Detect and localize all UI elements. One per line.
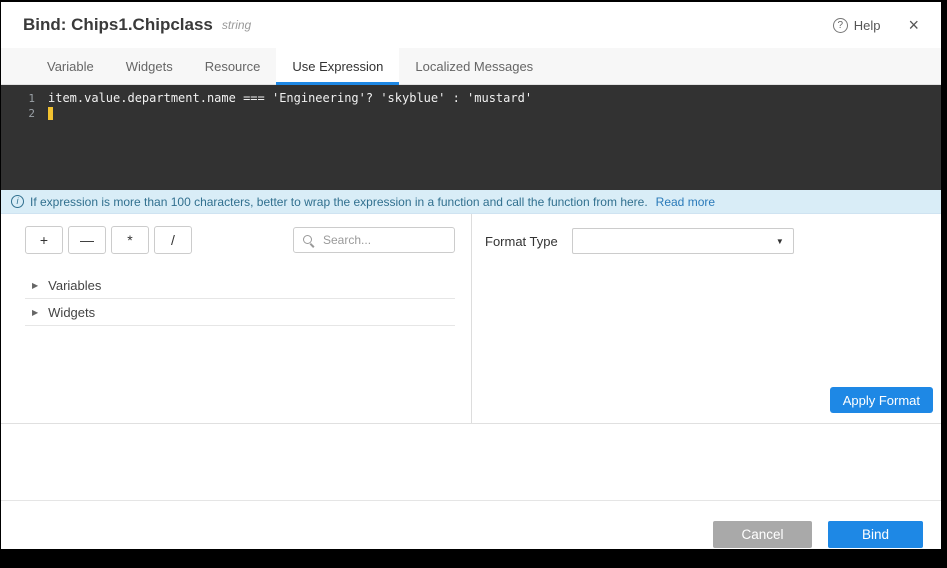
tab-use-expression[interactable]: Use Expression: [276, 48, 399, 84]
close-icon[interactable]: ×: [908, 16, 919, 34]
code-text: [48, 106, 53, 121]
code-text: item.value.department.name === 'Engineer…: [48, 91, 532, 106]
header-actions: ? Help ×: [833, 16, 919, 34]
operator-multiply-button[interactable]: *: [111, 226, 149, 254]
search-input[interactable]: [321, 232, 446, 248]
tab-localized-messages[interactable]: Localized Messages: [399, 48, 549, 84]
operator-plus-button[interactable]: +: [25, 226, 63, 254]
help-icon: ?: [833, 18, 848, 33]
expression-editor[interactable]: 1 item.value.department.name === 'Engine…: [1, 85, 941, 190]
dialog-header: Bind: Chips1.Chipclass string ? Help ×: [1, 2, 941, 48]
line-number: 1: [1, 91, 48, 106]
expression-helper-panel: + — * / ▶ Variables ▶ Widgets: [1, 214, 472, 423]
format-type-label: Format Type: [485, 234, 558, 249]
read-more-link[interactable]: Read more: [656, 195, 715, 209]
empty-area: [1, 424, 941, 500]
info-icon: i: [11, 195, 24, 208]
dialog-title: Bind: Chips1.Chipclass: [23, 15, 213, 35]
code-line: 1 item.value.department.name === 'Engine…: [1, 91, 941, 106]
binding-tree: ▶ Variables ▶ Widgets: [25, 272, 455, 326]
apply-format-button[interactable]: Apply Format: [830, 387, 933, 413]
operator-divide-button[interactable]: /: [154, 226, 192, 254]
help-label: Help: [854, 18, 881, 33]
tree-item-widgets[interactable]: ▶ Widgets: [25, 299, 455, 326]
chevron-down-icon: ▼: [776, 237, 784, 246]
search-box: [293, 227, 455, 253]
bind-button[interactable]: Bind: [828, 521, 923, 548]
chevron-right-icon: ▶: [32, 281, 38, 290]
operator-toolbar: + — * /: [25, 226, 455, 254]
format-panel: Format Type ▼ Apply Format: [472, 214, 941, 423]
bind-dialog: Bind: Chips1.Chipclass string ? Help × V…: [1, 2, 941, 549]
tab-resource[interactable]: Resource: [189, 48, 277, 84]
format-type-row: Format Type ▼: [485, 228, 941, 254]
tab-widgets[interactable]: Widgets: [110, 48, 189, 84]
info-text: If expression is more than 100 character…: [30, 195, 648, 209]
text-caret: [48, 107, 53, 120]
tab-bar: Variable Widgets Resource Use Expression…: [1, 48, 941, 85]
info-bar: i If expression is more than 100 charact…: [1, 190, 941, 214]
type-label: string: [222, 18, 251, 32]
operator-minus-button[interactable]: —: [68, 226, 106, 254]
tab-variable[interactable]: Variable: [31, 48, 110, 84]
code-line: 2: [1, 106, 941, 121]
cancel-button[interactable]: Cancel: [713, 521, 812, 548]
format-type-select[interactable]: ▼: [572, 228, 794, 254]
chevron-right-icon: ▶: [32, 308, 38, 317]
dialog-footer: Cancel Bind: [1, 500, 941, 549]
help-button[interactable]: ? Help: [833, 18, 881, 33]
tree-item-variables[interactable]: ▶ Variables: [25, 272, 455, 299]
tree-item-label: Widgets: [48, 305, 95, 320]
main-panels: + — * / ▶ Variables ▶ Widgets: [1, 214, 941, 424]
search-icon: [302, 234, 315, 247]
operator-buttons: + — * /: [25, 226, 192, 254]
line-number: 2: [1, 106, 48, 121]
tree-item-label: Variables: [48, 278, 101, 293]
